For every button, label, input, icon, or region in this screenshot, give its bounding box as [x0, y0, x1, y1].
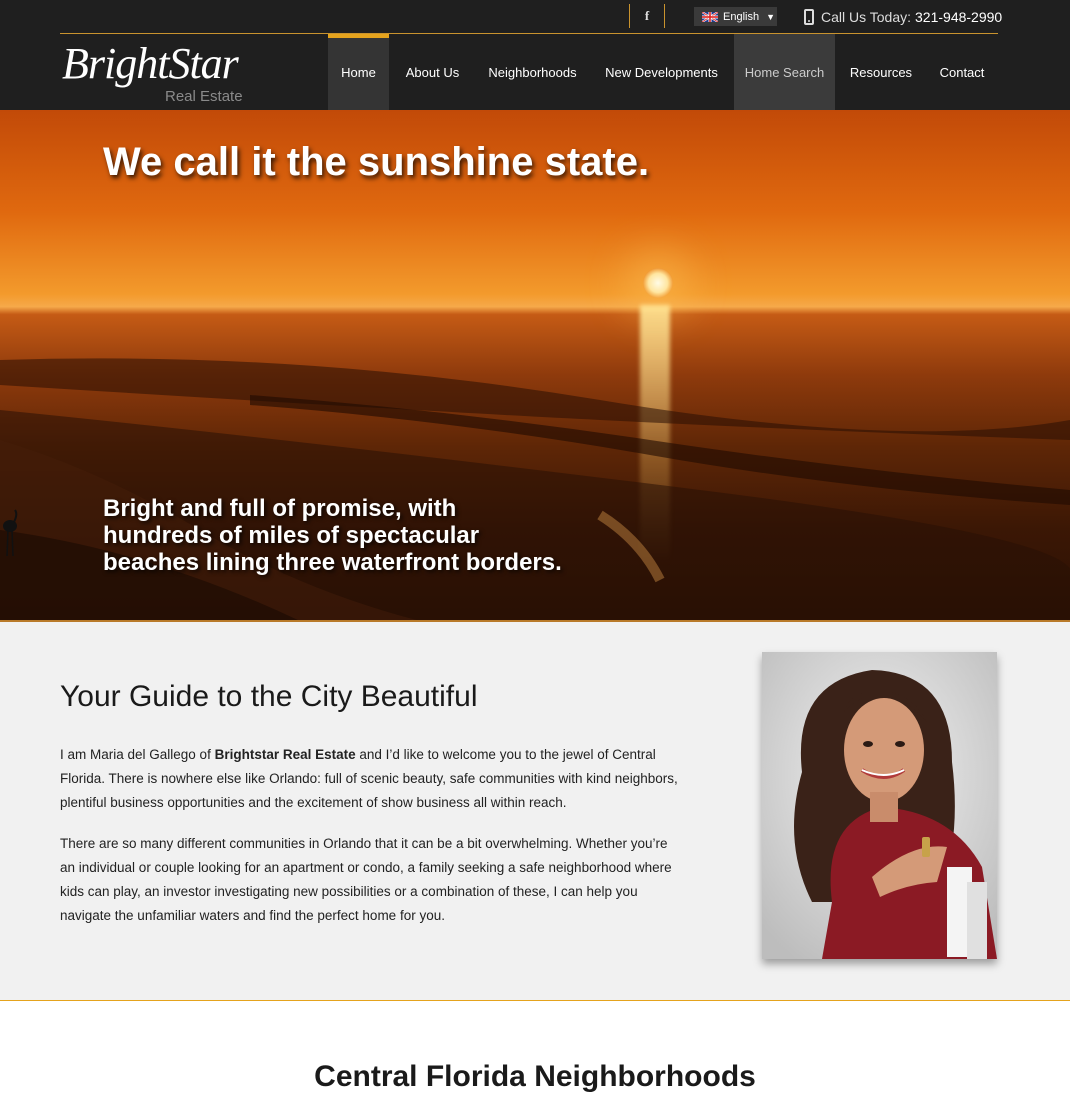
uk-flag-icon: [702, 11, 718, 22]
about-heading: Your Guide to the City Beautiful: [60, 680, 478, 713]
heron-silhouette: [3, 509, 18, 557]
company-name: Brightstar Real Estate: [214, 747, 356, 762]
hero-subtitle: Bright and full of promise, with hundred…: [103, 495, 663, 576]
nav-neighborhoods[interactable]: Neighborhoods: [476, 34, 589, 110]
nav-new-developments[interactable]: New Developments: [589, 34, 734, 110]
agent-portrait-illustration: [762, 652, 997, 959]
site-header: f English ▼ Call Us Today: 321-948-2990 …: [0, 0, 1070, 110]
nav-contact[interactable]: Contact: [927, 34, 997, 110]
facebook-icon[interactable]: f: [629, 4, 665, 28]
phone-number[interactable]: 321-948-2990: [915, 9, 1002, 25]
mobile-phone-icon: [804, 9, 814, 25]
language-selector[interactable]: English ▼: [694, 7, 777, 26]
about-text: I am Maria del Gallego of: [60, 747, 215, 762]
site-logo[interactable]: BrightStar Real Estate: [60, 38, 260, 108]
hero-title: We call it the sunshine state.: [103, 140, 650, 184]
phone-label: Call Us Today:: [821, 9, 912, 25]
top-bar: f English ▼ Call Us Today: 321-948-2990: [0, 0, 1070, 34]
about-divider: [0, 1000, 1070, 1001]
neighborhoods-heading: Central Florida Neighborhoods: [314, 1060, 756, 1093]
logo-script-text: BrightStar: [62, 39, 239, 88]
chevron-down-icon: ▼: [766, 11, 775, 22]
hero-subtitle-line: beaches lining three waterfront borders.: [103, 549, 562, 576]
language-label: English: [723, 10, 760, 23]
nav-about-us[interactable]: About Us: [389, 34, 476, 110]
about-section: Your Guide to the City Beautiful I am Ma…: [0, 622, 1070, 1000]
main-nav: Home About Us Neighborhoods New Developm…: [328, 34, 997, 110]
agent-portrait: [762, 652, 997, 959]
hero-subtitle-line: hundreds of miles of spectacular: [103, 522, 480, 549]
phone-contact[interactable]: Call Us Today: 321-948-2990: [804, 7, 1002, 27]
nav-home[interactable]: Home: [328, 34, 389, 110]
nav-resources[interactable]: Resources: [835, 34, 927, 110]
hero-subtitle-line: Bright and full of promise, with: [103, 495, 457, 522]
nav-home-search[interactable]: Home Search: [734, 34, 835, 110]
logo-subtitle: Real Estate: [165, 88, 243, 105]
about-paragraph-1: I am Maria del Gallego of Brightstar Rea…: [60, 743, 685, 815]
hero-banner: We call it the sunshine state. Bright an…: [0, 110, 1070, 621]
about-paragraph-2: There are so many different communities …: [60, 836, 672, 923]
